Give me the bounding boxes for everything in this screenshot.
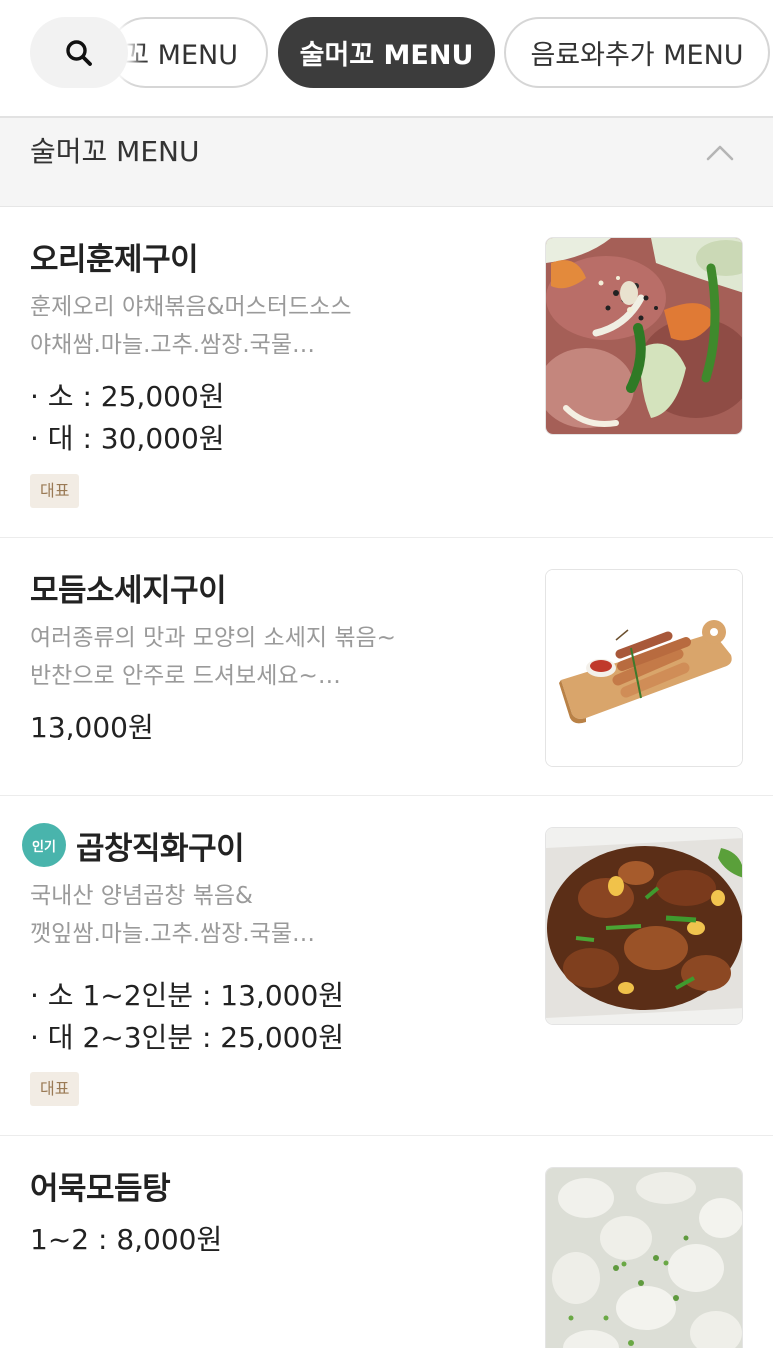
item-price: · 소 : 25,000원 [30, 380, 225, 413]
tab-prev-label: 꼬 MENU [124, 40, 238, 71]
fish-cake-soup-photo[interactable] [545, 1167, 743, 1348]
tab-prev-menu[interactable]: 꼬 MENU [110, 17, 268, 88]
section-title: 술머꼬 MENU [30, 135, 200, 168]
category-tab-bar: 꼬 MENU 술머꼬 MENU 음료와추가 MENU [0, 0, 773, 118]
item-name: 오리훈제구이 [30, 241, 199, 278]
grilled-gopchang-photo[interactable] [545, 827, 743, 1025]
item-price: · 대 : 30,000원 [30, 422, 225, 455]
item-description: 훈제오리 야채볶음&머스터드소스 야채쌈.마늘.고추.쌈장.국물… [30, 288, 470, 364]
item-name-row: 모듬소세지구이 [30, 565, 227, 609]
menu-item[interactable]: 인기 곱창직화구이 국내산 양념곱창 볶음& 깻잎쌈.마늘.고추.쌈장.국물… … [0, 797, 773, 1136]
chevron-up-icon[interactable] [705, 140, 735, 164]
item-price: 13,000원 [30, 711, 154, 744]
item-description-line: 여러종류의 맛과 모양의 소세지 볶음~ [30, 625, 396, 651]
assorted-sausage-board-photo[interactable] [545, 569, 743, 767]
item-description-line: 반찬으로 안주로 드셔보세요~… [30, 663, 341, 689]
signature-tag: 대표 [30, 1072, 80, 1106]
item-name: 모듬소세지구이 [30, 572, 227, 609]
item-prices: 1~2 : 8,000원 [30, 1219, 222, 1261]
item-name-row: 인기 곱창직화구이 [22, 823, 245, 867]
tab-next-label: 음료와추가 MENU [530, 40, 744, 71]
item-description-line: 훈제오리 야채볶음&머스터드소스 [30, 294, 352, 320]
menu-item[interactable]: 모듬소세지구이 여러종류의 맛과 모양의 소세지 볶음~ 반찬으로 안주로 드셔… [0, 539, 773, 796]
signature-tag: 대표 [30, 474, 80, 508]
item-description-line: 야채쌈.마늘.고추.쌈장.국물… [30, 332, 316, 358]
item-description-line: 깻잎쌈.마늘.고추.쌈장.국물… [30, 921, 316, 947]
item-description: 여러종류의 맛과 모양의 소세지 볶음~ 반찬으로 안주로 드셔보세요~… [30, 619, 470, 695]
item-description-line: 국내산 양념곱창 볶음& [30, 883, 253, 909]
item-price: · 대 2~3인분 : 25,000원 [30, 1021, 345, 1054]
item-prices: · 소 : 25,000원 · 대 : 30,000원 [30, 376, 225, 460]
menu-item[interactable]: 오리훈제구이 훈제오리 야채볶음&머스터드소스 야채쌈.마늘.고추.쌈장.국물…… [0, 208, 773, 538]
item-price: · 소 1~2인분 : 13,000원 [30, 979, 345, 1012]
item-price: 1~2 : 8,000원 [30, 1223, 223, 1256]
item-name-row: 오리훈제구이 [30, 234, 199, 278]
tab-active-label: 술머꼬 MENU [299, 40, 474, 71]
item-description: 국내산 양념곱창 볶음& 깻잎쌈.마늘.고추.쌈장.국물… [30, 877, 470, 953]
tab-drinks-extra-menu[interactable]: 음료와추가 MENU [504, 17, 770, 88]
search-icon [66, 39, 92, 66]
item-prices: · 소 1~2인분 : 13,000원 · 대 2~3인분 : 25,000원 [30, 975, 344, 1059]
smoked-duck-stir-fry-photo[interactable] [545, 237, 743, 435]
tab-sulmeokko-menu[interactable]: 술머꼬 MENU [278, 17, 495, 88]
item-name-row: 어묵모듬탕 [30, 1163, 171, 1207]
search-button[interactable] [30, 17, 128, 88]
item-name: 어묵모듬탕 [30, 1170, 171, 1207]
item-name: 곱창직화구이 [76, 830, 245, 867]
item-prices: 13,000원 [30, 707, 154, 749]
section-header[interactable]: 술머꼬 MENU [0, 118, 773, 207]
menu-item[interactable]: 어묵모듬탕 1~2 : 8,000원 [0, 1137, 773, 1348]
popular-badge: 인기 [22, 823, 66, 867]
